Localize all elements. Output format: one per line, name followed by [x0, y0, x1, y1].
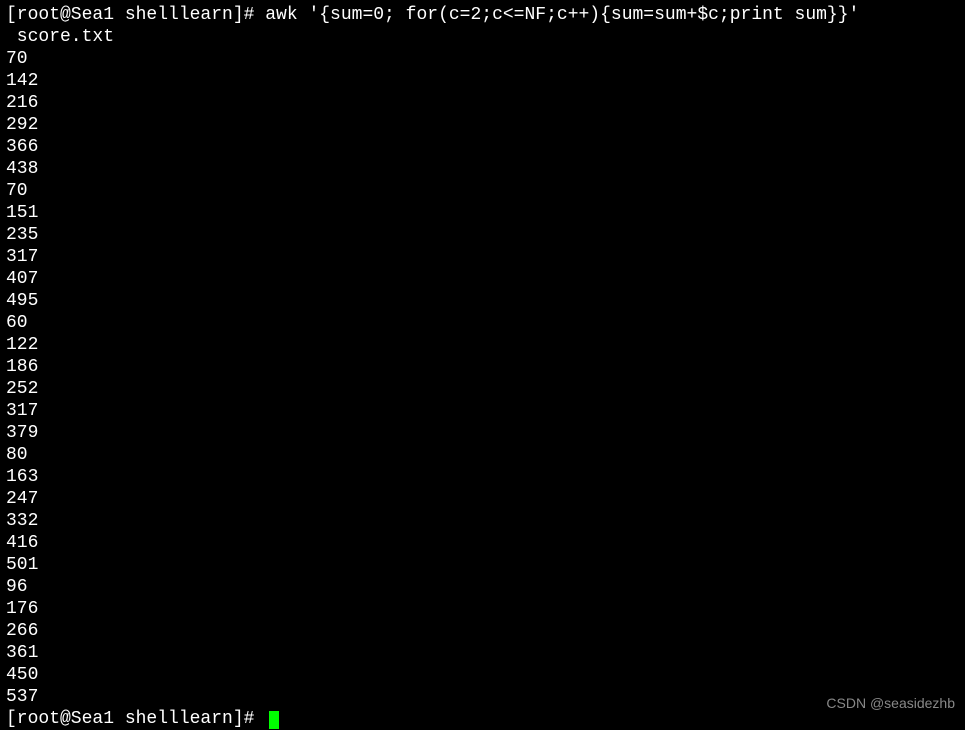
output-line: 438 — [6, 158, 959, 180]
output-line: 96 — [6, 576, 959, 598]
output-line: 266 — [6, 620, 959, 642]
output-line: 379 — [6, 422, 959, 444]
terminal-output: [root@Sea1 shelllearn]# awk '{sum=0; for… — [6, 4, 959, 730]
output-line: 176 — [6, 598, 959, 620]
output-line: 60 — [6, 312, 959, 334]
output-line: 235 — [6, 224, 959, 246]
output-line: 501 — [6, 554, 959, 576]
output-line: 416 — [6, 532, 959, 554]
command-line-1: [root@Sea1 shelllearn]# awk '{sum=0; for… — [6, 4, 959, 26]
command-line-2: score.txt — [6, 26, 959, 48]
output-line: 247 — [6, 488, 959, 510]
output-line: 292 — [6, 114, 959, 136]
output-line: 252 — [6, 378, 959, 400]
output-line: 332 — [6, 510, 959, 532]
output-line: 317 — [6, 246, 959, 268]
output-line: 317 — [6, 400, 959, 422]
prompt-text: [root@Sea1 shelllearn]# — [6, 709, 265, 729]
watermark-text: CSDN @seasidezhb — [826, 692, 955, 714]
output-line: 366 — [6, 136, 959, 158]
output-line: 186 — [6, 356, 959, 378]
cursor-icon — [269, 711, 279, 729]
output-line: 142 — [6, 70, 959, 92]
output-line: 122 — [6, 334, 959, 356]
output-line: 495 — [6, 290, 959, 312]
output-line: 450 — [6, 664, 959, 686]
output-lines: 7014221629236643870151235317407495601221… — [6, 48, 959, 708]
output-line: 537 — [6, 686, 959, 708]
output-line: 70 — [6, 180, 959, 202]
output-line: 70 — [6, 48, 959, 70]
output-line: 216 — [6, 92, 959, 114]
shell-prompt[interactable]: [root@Sea1 shelllearn]# — [6, 709, 279, 729]
output-line: 80 — [6, 444, 959, 466]
output-line: 151 — [6, 202, 959, 224]
output-line: 361 — [6, 642, 959, 664]
output-line: 407 — [6, 268, 959, 290]
output-line: 163 — [6, 466, 959, 488]
